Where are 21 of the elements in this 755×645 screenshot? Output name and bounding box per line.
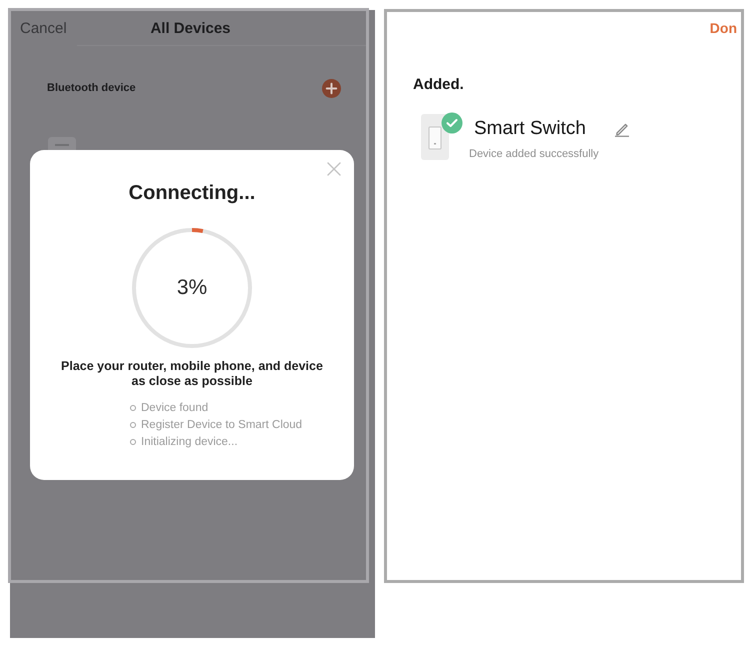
step-text: Register Device to Smart Cloud: [141, 418, 302, 430]
plus-icon[interactable]: [322, 78, 341, 98]
cancel-button[interactable]: Cancel: [20, 20, 67, 36]
section-label: Bluetooth device: [47, 82, 136, 94]
device-name: Smart Switch: [474, 118, 586, 140]
pencil-icon[interactable]: [614, 122, 630, 136]
bullet-icon: [130, 422, 136, 428]
bullet-icon: [130, 404, 136, 410]
bullet-icon: [130, 438, 136, 444]
close-icon[interactable]: [327, 162, 341, 176]
step-text: Device found: [141, 402, 208, 414]
step-text: Initializing device...: [141, 436, 238, 448]
section-heading: Added.: [413, 76, 464, 94]
done-button[interactable]: Don: [710, 20, 737, 36]
device-thumbnail-icon: [48, 137, 76, 150]
screen-title: All Devices: [149, 20, 231, 36]
progress-percent: 3%: [176, 276, 208, 300]
placement-hint: Place your router, mobile phone, and device as close as possible: [60, 359, 324, 389]
device-status: Device added successfully: [469, 148, 599, 161]
switch-icon: [421, 114, 449, 160]
dialog-title: Connecting...: [128, 181, 256, 205]
